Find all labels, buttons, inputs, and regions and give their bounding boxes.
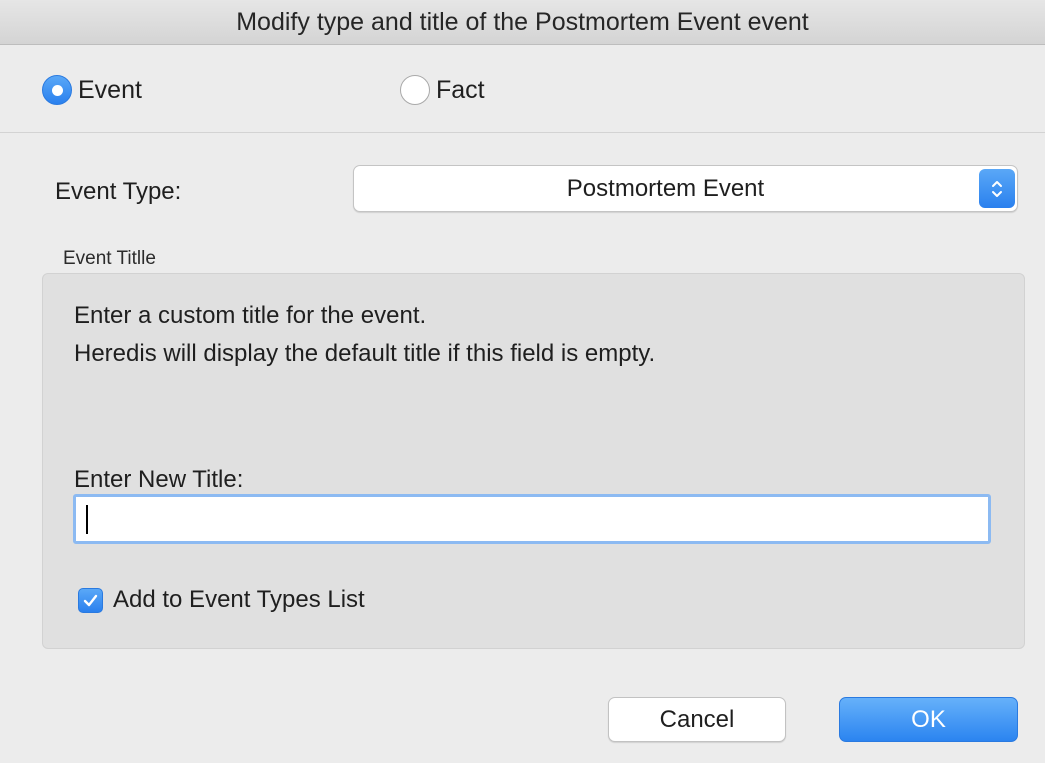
new-title-input[interactable] [73,494,991,544]
radio-selected-icon [42,75,72,105]
modify-event-dialog: Modify type and title of the Postmortem … [0,0,1045,763]
text-caret [86,505,88,534]
radio-fact-label: Fact [436,75,485,104]
checkmark-icon [83,594,98,606]
radio-unselected-icon [400,75,430,105]
new-title-label: Enter New Title: [74,466,244,493]
add-to-list-label: Add to Event Types List [113,586,365,613]
add-to-list-checkbox[interactable] [78,587,103,613]
ok-button[interactable]: OK [839,697,1018,742]
add-to-list-checkbox-row[interactable]: Add to Event Types List [78,586,365,614]
cancel-button[interactable]: Cancel [608,697,786,742]
window-title: Modify type and title of the Postmortem … [0,0,1045,45]
radio-fact[interactable]: Fact [400,75,485,105]
event-type-value: Postmortem Event [566,174,765,202]
description-line-2: Heredis will display the default title i… [74,340,656,367]
mode-selector: Event Fact [0,45,1045,133]
radio-event-label: Event [78,75,142,104]
chevron-up-down-icon [979,169,1015,208]
event-type-popup[interactable]: Postmortem Event [353,165,1018,212]
description-line-1: Enter a custom title for the event. [74,302,427,329]
event-type-label: Event Type: [55,178,182,205]
radio-event[interactable]: Event [42,75,142,105]
event-title-group-heading: Event Titlle [63,248,156,269]
